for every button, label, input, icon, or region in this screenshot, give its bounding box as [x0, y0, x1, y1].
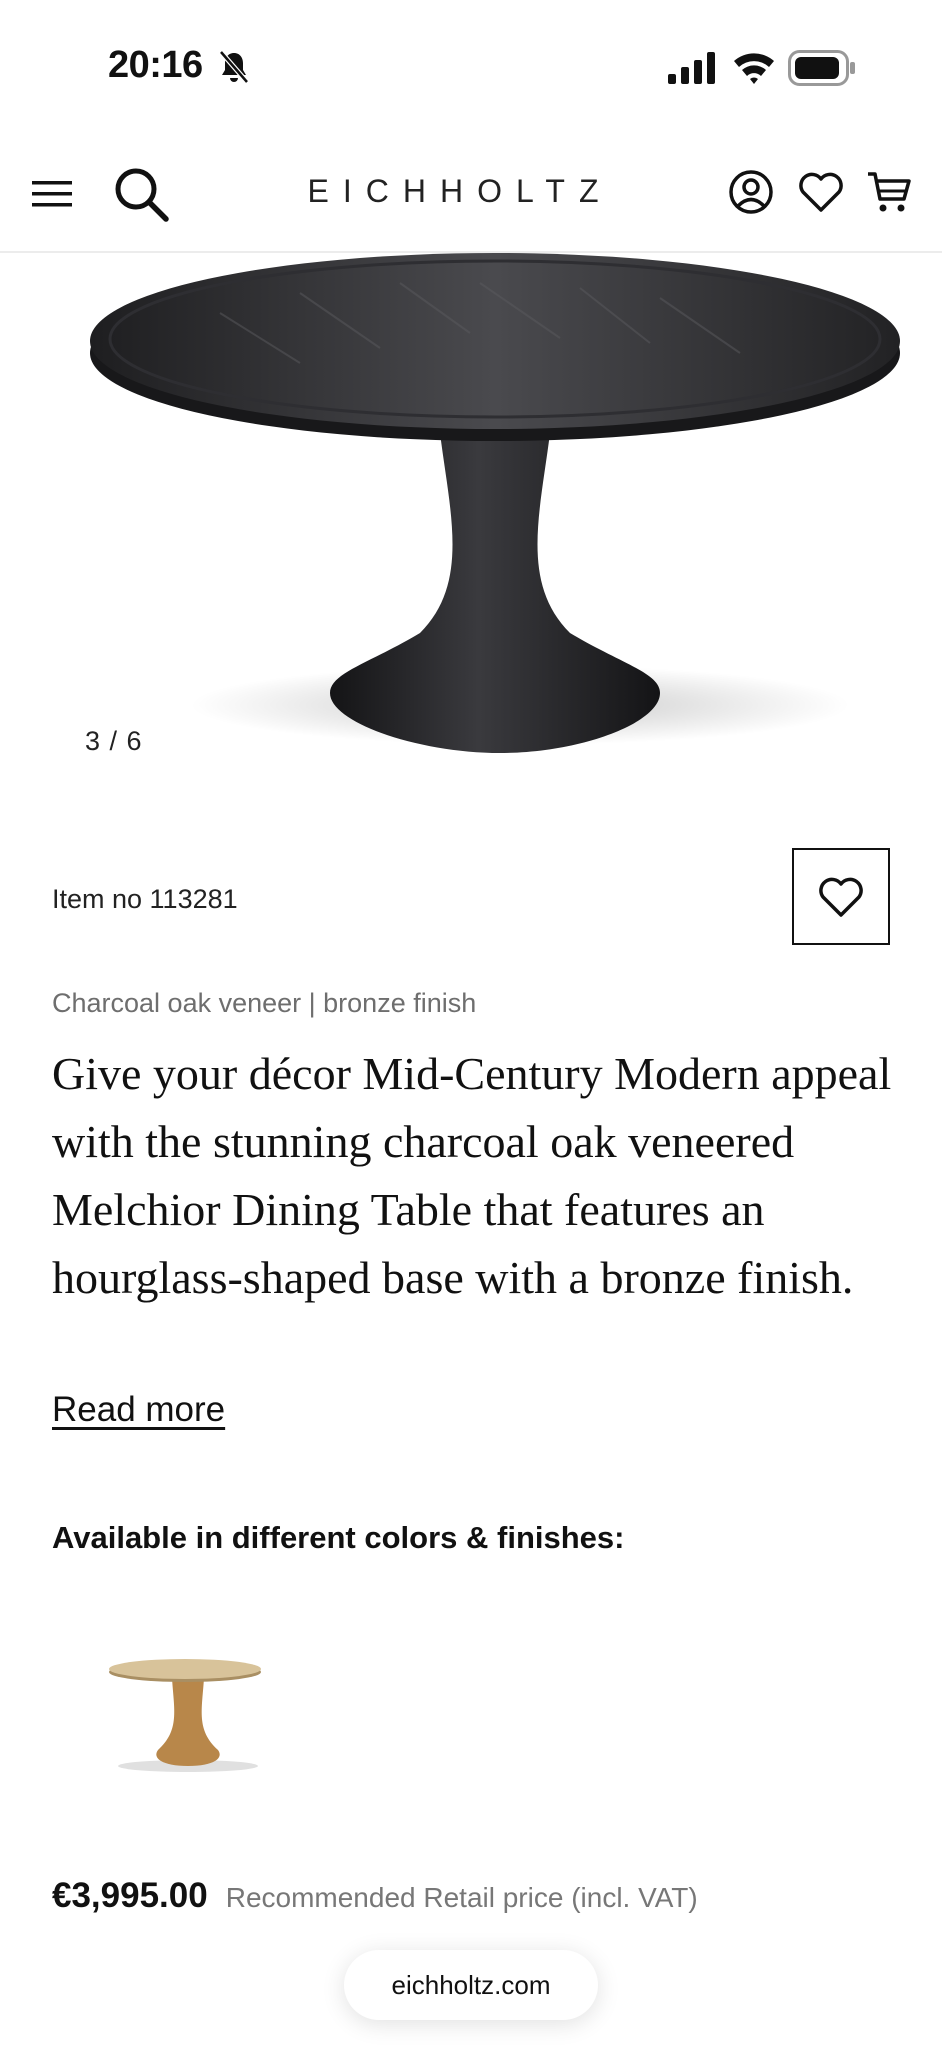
- read-more-link[interactable]: Read more: [52, 1390, 225, 1430]
- search-icon[interactable]: [112, 165, 170, 223]
- item-number: Item no 113281: [52, 884, 238, 914]
- product-price: €3,995.00: [52, 1876, 208, 1915]
- cart-icon[interactable]: [866, 169, 912, 215]
- menu-icon[interactable]: [32, 179, 72, 209]
- brass-table-thumbnail: [109, 1659, 261, 1772]
- status-bar: 20:16: [0, 0, 942, 135]
- dining-table-image: [90, 253, 900, 753]
- product-image[interactable]: [0, 253, 942, 793]
- brand-logo[interactable]: EICHHOLTZ: [260, 173, 660, 210]
- cellular-signal-icon: [668, 52, 715, 84]
- battery-icon: [788, 50, 855, 86]
- bell-off-icon: [219, 50, 249, 84]
- browser-url-bar[interactable]: eichholtz.com: [344, 1950, 598, 2020]
- price-note: Recommended Retail price (incl. VAT): [225, 1882, 698, 1913]
- color-options-heading: Available in different colors & finishes…: [52, 1520, 625, 1555]
- heart-outline-icon: [819, 877, 863, 917]
- site-header: EICHHOLTZ: [0, 135, 942, 253]
- account-icon[interactable]: [728, 169, 774, 215]
- gallery-counter: 3 / 6: [85, 726, 143, 756]
- wifi-icon: [734, 53, 774, 84]
- price-row: €3,995.00 Recommended Retail price (incl…: [52, 1876, 698, 1916]
- wishlist-heart-icon[interactable]: [798, 171, 844, 213]
- color-variant-brass[interactable]: [100, 1650, 270, 1780]
- status-time: 20:16: [108, 44, 203, 86]
- add-to-wishlist-button[interactable]: [792, 848, 890, 945]
- product-material: Charcoal oak veneer | bronze finish: [52, 988, 477, 1018]
- product-description: Give your décor Mid-Century Modern appea…: [52, 1048, 892, 1303]
